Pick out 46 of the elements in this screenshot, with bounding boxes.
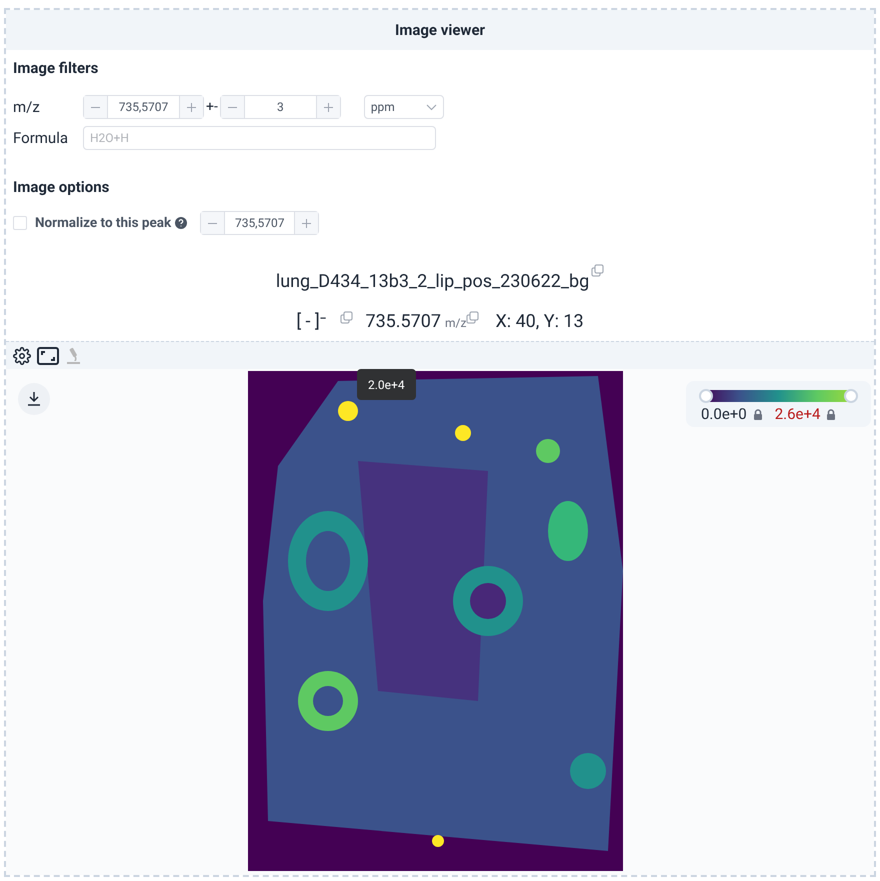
field-label: Formula bbox=[13, 128, 70, 149]
help-icon[interactable] bbox=[175, 217, 188, 229]
copy-icon[interactable] bbox=[591, 264, 604, 277]
fullscreen-icon[interactable] bbox=[37, 346, 59, 364]
plus-button[interactable] bbox=[294, 212, 318, 234]
minus-button[interactable] bbox=[201, 212, 226, 234]
number-value: 735,5707 bbox=[234, 215, 286, 232]
lock-icon[interactable] bbox=[752, 408, 763, 420]
panel-title: Image viewer bbox=[394, 20, 486, 41]
plus-button[interactable] bbox=[316, 96, 340, 118]
download-icon bbox=[26, 391, 42, 407]
copy-icon[interactable] bbox=[340, 310, 354, 324]
colorbar-slider[interactable] bbox=[699, 389, 858, 403]
chevron-down-icon bbox=[426, 104, 437, 110]
mz-value: 735.5707 bbox=[365, 310, 442, 334]
number-field[interactable]: 735,5707 bbox=[83, 95, 204, 119]
number-value: 3 bbox=[276, 99, 285, 116]
number-field[interactable]: 3 bbox=[220, 95, 341, 119]
plus-icon bbox=[302, 218, 312, 228]
min-value: 0.0e+0 bbox=[701, 404, 747, 424]
mz-unit: m/z bbox=[445, 315, 466, 332]
unit-select[interactable]: ppm bbox=[364, 95, 444, 119]
max-handle[interactable] bbox=[844, 389, 858, 403]
microscope-icon[interactable] bbox=[65, 346, 81, 364]
settings-icon[interactable] bbox=[13, 346, 31, 364]
number-field[interactable]: 735,5707 bbox=[200, 211, 320, 235]
plus-icon bbox=[324, 102, 333, 112]
min-handle[interactable] bbox=[699, 389, 713, 403]
dataset-name: lung_D434_13b3_2_lip_pos_230622_bg bbox=[276, 270, 590, 294]
field-label: m/z bbox=[13, 96, 41, 118]
section-heading: Image filters bbox=[13, 58, 100, 77]
plus-button[interactable] bbox=[179, 96, 203, 118]
plus-minus-label: +- bbox=[206, 98, 218, 116]
plus-icon bbox=[187, 102, 196, 112]
formula-field[interactable]: H2O+H bbox=[83, 126, 436, 150]
lock-icon[interactable] bbox=[826, 408, 836, 420]
download-button[interactable] bbox=[18, 383, 50, 415]
copy-icon[interactable] bbox=[466, 310, 480, 324]
coordinates: X: 40, Y: 13 bbox=[495, 310, 584, 334]
max-value: 2.6e+4 bbox=[774, 404, 820, 424]
value-tooltip: 2.0e+4 bbox=[357, 369, 416, 400]
checkbox[interactable] bbox=[13, 216, 27, 230]
number-value: 735,5707 bbox=[118, 99, 170, 116]
ion-label: [ - ]⁻ bbox=[296, 310, 326, 334]
checkbox-label[interactable]: Normalize to this peak bbox=[35, 212, 172, 234]
section-heading: Image options bbox=[13, 177, 110, 196]
